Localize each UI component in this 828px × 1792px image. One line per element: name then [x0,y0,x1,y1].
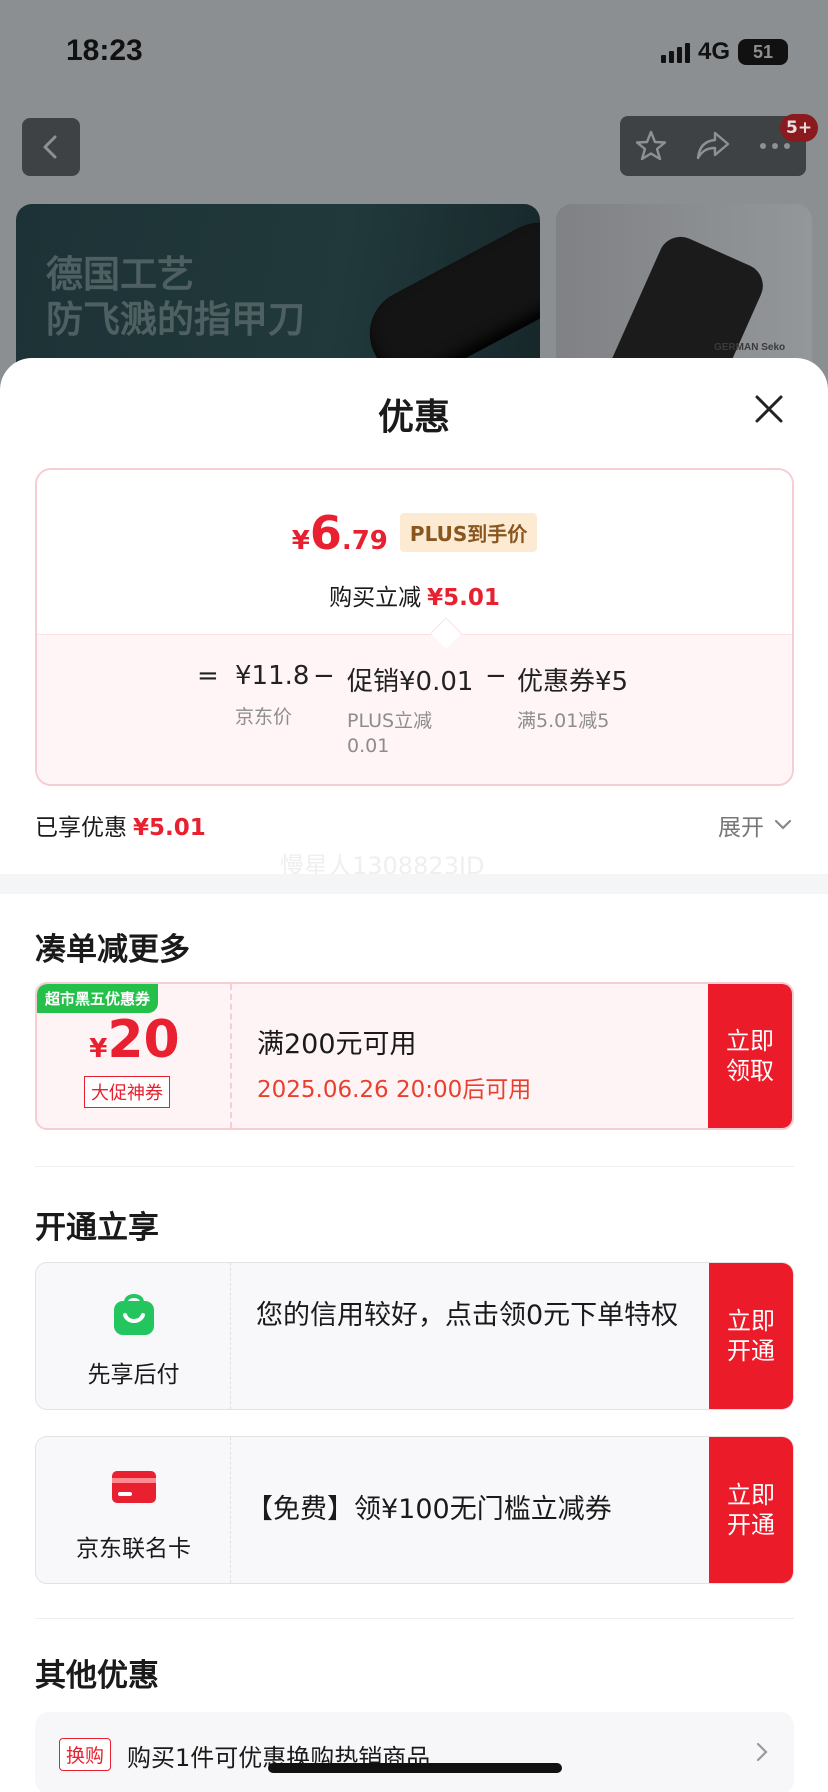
battery-icon: 51 [738,39,788,65]
activate-card-button[interactable]: 立即 开通 [709,1437,793,1583]
service-left: 先享后付 [36,1263,231,1409]
coupon-amount: ¥20 [37,1010,232,1070]
final-price-section: ¥ 6 .79 PLUS到手价 购买立减 ¥5.01 [37,470,792,634]
base-price-label: 京东价 [235,706,293,728]
enjoyed-discount: 已享优惠 ¥5.01 [35,808,206,842]
coupon-value: 20 [107,1010,180,1070]
price-decimal: .79 [341,526,388,556]
section-divider [0,874,828,894]
section-title-activate: 开通立享 [35,1210,159,1246]
price-summary-card: ¥ 6 .79 PLUS到手价 购买立减 ¥5.01 = ¥11.8 − 促销¥0… [35,468,794,786]
shopping-bag-icon [114,1294,154,1335]
claim-btn-line-2: 领取 [726,1057,774,1085]
coupon-label: 满5.01减5 [517,710,610,732]
home-indicator [268,1763,562,1773]
instant-label: 购买立减 [329,585,422,611]
network-label: 4G [697,38,730,65]
activate-btn-line-1: 立即 [727,1481,775,1509]
promo-label: PLUS立减 0.01 [347,709,432,759]
formula-minus-1: − [313,661,335,691]
product-page-background: 18:23 4G 51 5+ 德国工艺 防飞溅的指甲刀 GERMAN Seko [0,0,828,434]
claim-coupon-button[interactable]: 立即 领取 [708,984,792,1128]
coupon-tag: 超市黑五优惠券 [37,984,159,1013]
close-button[interactable] [748,388,790,430]
banner-text: 德国工艺 防飞溅的指甲刀 [46,252,305,342]
share-icon[interactable] [695,129,731,163]
price-integer: 6 [309,506,342,560]
close-icon [755,395,783,423]
price-formula-section: = ¥11.8 − 促销¥0.01 − 优惠券¥5 京东价 PLUS立减 0.0… [37,634,792,784]
activate-pay-later-button[interactable]: 立即 开通 [709,1263,793,1409]
chevron-right-icon [756,1742,768,1762]
promo-label-line-2: 0.01 [347,735,390,757]
claim-btn-line-1: 立即 [726,1027,774,1055]
signal-icon [660,41,690,63]
service-card-pay-later: 先享后付 您的信用较好，点击领0元下单特权 立即 开通 [35,1262,794,1410]
trade-in-offer-row[interactable]: 换购 购买1件可优惠换购热销商品 [35,1712,794,1792]
service-name: 京东联名卡 [76,1536,191,1562]
activate-btn-line-1: 立即 [727,1307,775,1335]
nav-toolbar [620,116,806,176]
coupon-condition: 满200元可用 [257,1029,417,1060]
expand-label: 展开 [718,815,764,841]
activate-btn-line-2: 开通 [727,1337,775,1365]
notification-badge: 5+ [780,114,819,142]
enjoyed-label: 已享优惠 [35,815,127,841]
instant-discount: 购买立减 ¥5.01 [37,578,792,612]
credit-card-icon [112,1471,156,1503]
divider-line [35,1166,794,1167]
formula-equals: = [197,661,219,691]
coupon-value-section: 超市黑五优惠券 ¥20 大促神券 [37,984,232,1128]
formula-coupon: 优惠券¥5 [517,667,629,697]
service-card-cobrand-card: 京东联名卡 【免费】领¥100无门槛立减券 立即 开通 [35,1436,794,1584]
banner-line-2: 防飞溅的指甲刀 [46,298,305,341]
status-time: 18:23 [66,34,143,67]
formula-minus-2: − [485,661,507,691]
service-description: 您的信用较好，点击领0元下单特权 [256,1300,679,1331]
price-formula: = ¥11.8 − 促销¥0.01 − 优惠券¥5 [37,661,792,701]
section-title-other: 其他优惠 [35,1658,159,1694]
swap-tag: 换购 [59,1738,112,1771]
section-title-more-discount: 凑单减更多 [35,932,190,968]
final-price: ¥ 6 .79 PLUS到手价 [37,506,792,560]
chevron-down-icon [774,819,792,830]
service-description: 【免费】领¥100无门槛立减券 [246,1494,612,1525]
coupon-available-time: 2025.06.26 20:00后可用 [257,1077,532,1103]
promo-label-line-1: PLUS立减 [347,710,433,732]
formula-base-price: ¥11.8 [235,661,310,691]
instant-amount: ¥5.01 [427,585,500,611]
star-icon[interactable] [634,129,668,163]
activate-btn-line-2: 开通 [727,1511,775,1539]
formula-promo: 促销¥0.01 [347,667,474,697]
coupon-symbol: ¥ [89,1034,108,1064]
back-button[interactable] [22,118,80,176]
enjoyed-amount: ¥5.01 [133,815,206,841]
price-symbol: ¥ [291,526,310,556]
more-icon[interactable] [758,141,792,151]
sheet-title: 优惠 [377,397,450,438]
service-left: 京东联名卡 [36,1437,231,1583]
banner-line-1: 德国工艺 [46,253,194,296]
chevron-left-icon [43,135,57,159]
expand-button[interactable]: 展开 [718,808,792,842]
service-name: 先享后付 [87,1362,180,1388]
coupon-card: 超市黑五优惠券 ¥20 大促神券 满200元可用 2025.06.26 20:0… [35,982,794,1130]
status-indicators: 4G 51 [660,38,788,66]
status-bar: 18:23 4G 51 [0,0,828,100]
coupon-badge: 大促神券 [84,1076,170,1108]
discount-sheet: 优惠 ¥ 6 .79 PLUS到手价 购买立减 ¥5.01 = ¥11.8 − 促… [0,358,828,1792]
divider-line [35,1618,794,1619]
side-brand-label: GERMAN Seko [714,342,786,353]
plus-price-tag: PLUS到手价 [399,513,538,552]
